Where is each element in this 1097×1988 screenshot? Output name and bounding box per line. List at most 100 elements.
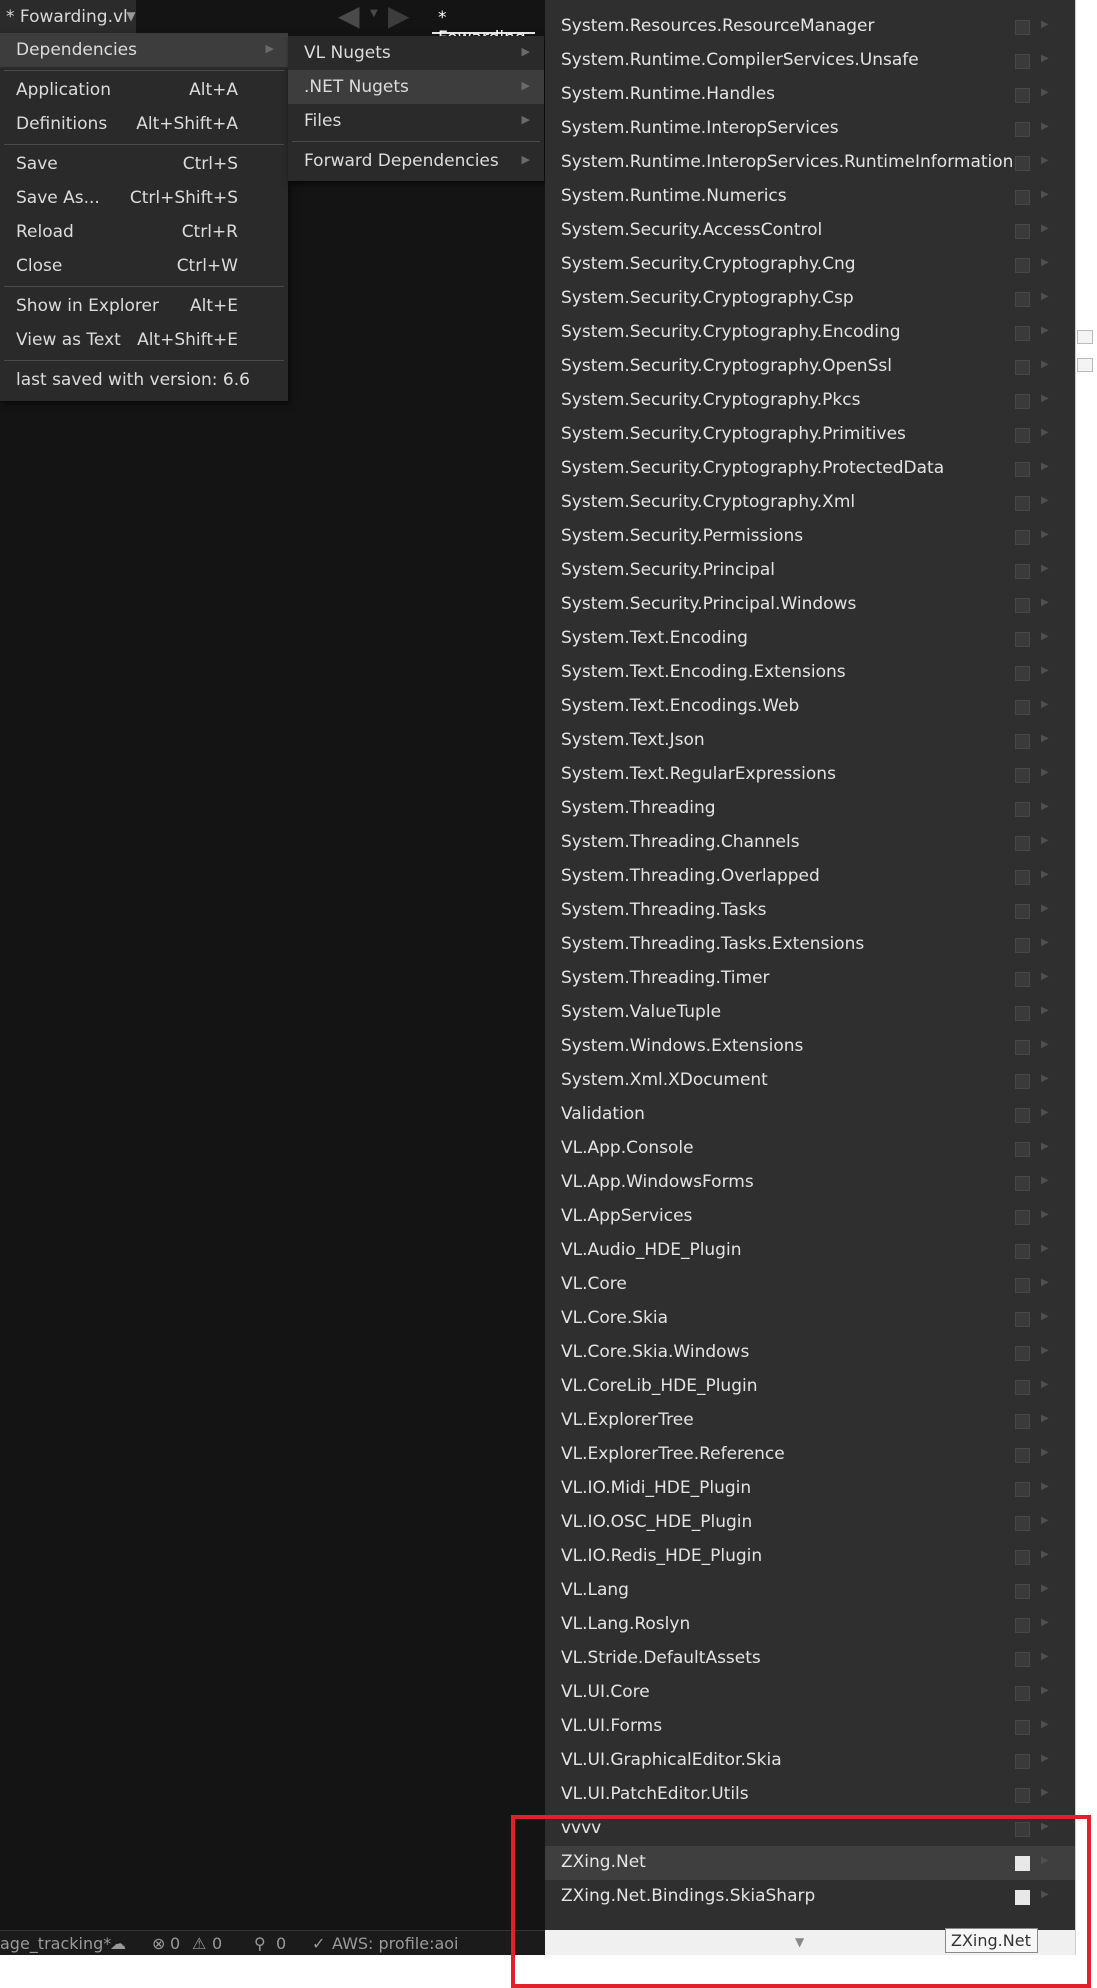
nuget-item[interactable]: System.Security.Cryptography.Encoding ▶ bbox=[545, 316, 1075, 350]
nuget-item[interactable]: System.Security.AccessControl ▶ bbox=[545, 214, 1075, 248]
chevron-right-icon[interactable]: ▶ bbox=[1041, 1107, 1049, 1118]
nuget-item[interactable]: VL.UI.PatchEditor.Utils ▶ bbox=[545, 1778, 1075, 1812]
nuget-item[interactable]: VL.UI.Forms ▶ bbox=[545, 1710, 1075, 1744]
menu-item-files[interactable]: Files ▶ bbox=[288, 104, 544, 138]
chevron-right-icon[interactable]: ▶ bbox=[1041, 597, 1049, 608]
nuget-checkbox[interactable] bbox=[1015, 1346, 1030, 1361]
nuget-item[interactable]: System.Threading.Tasks.Extensions ▶ bbox=[545, 928, 1075, 962]
nuget-item[interactable]: VL.Core.Skia ▶ bbox=[545, 1302, 1075, 1336]
chevron-right-icon[interactable]: ▶ bbox=[1041, 1039, 1049, 1050]
chevron-right-icon[interactable]: ▶ bbox=[1041, 1617, 1049, 1628]
nuget-checkbox[interactable] bbox=[1015, 598, 1030, 613]
chevron-right-icon[interactable]: ▶ bbox=[1041, 1379, 1049, 1390]
nuget-checkbox[interactable] bbox=[1015, 1788, 1030, 1803]
nuget-item[interactable]: System.Windows.Extensions ▶ bbox=[545, 1030, 1075, 1064]
chevron-right-icon[interactable]: ▶ bbox=[1041, 1209, 1049, 1220]
nuget-item[interactable]: VL.CoreLib_HDE_Plugin ▶ bbox=[545, 1370, 1075, 1404]
nuget-item[interactable]: System.Xml.XDocument ▶ bbox=[545, 1064, 1075, 1098]
chevron-right-icon[interactable]: ▶ bbox=[1041, 189, 1049, 200]
chevron-right-icon[interactable]: ▶ bbox=[1041, 1311, 1049, 1322]
nuget-checkbox[interactable] bbox=[1015, 360, 1030, 375]
nuget-item[interactable]: System.Resources.ResourceManager ▶ bbox=[545, 10, 1075, 44]
chevron-right-icon[interactable]: ▶ bbox=[1041, 869, 1049, 880]
nuget-item[interactable]: System.Security.Cryptography.Cng ▶ bbox=[545, 248, 1075, 282]
nuget-item[interactable]: System.ValueTuple ▶ bbox=[545, 996, 1075, 1030]
nuget-item[interactable]: System.Security.Cryptography.Pkcs ▶ bbox=[545, 384, 1075, 418]
nuget-checkbox[interactable] bbox=[1015, 1380, 1030, 1395]
nuget-item[interactable]: VL.Core ▶ bbox=[545, 1268, 1075, 1302]
nuget-checkbox[interactable] bbox=[1015, 802, 1030, 817]
chevron-right-icon[interactable]: ▶ bbox=[1041, 1787, 1049, 1798]
menu-item-vl-nugets[interactable]: VL Nugets ▶ bbox=[288, 36, 544, 70]
history-dropdown-icon[interactable]: ▼ bbox=[370, 8, 378, 19]
menu-item-forward-dependencies[interactable]: Forward Dependencies ▶ bbox=[288, 144, 544, 178]
nuget-checkbox[interactable] bbox=[1015, 428, 1030, 443]
nuget-checkbox[interactable] bbox=[1015, 700, 1030, 715]
nuget-item[interactable]: System.Text.RegularExpressions ▶ bbox=[545, 758, 1075, 792]
nuget-item[interactable]: VL.IO.OSC_HDE_Plugin ▶ bbox=[545, 1506, 1075, 1540]
cloud-sync-icon[interactable]: ☁ bbox=[110, 1934, 126, 1953]
nuget-checkbox[interactable] bbox=[1015, 462, 1030, 477]
nuget-item[interactable]: VL.AppServices ▶ bbox=[545, 1200, 1075, 1234]
menu-item-show-in-explorer[interactable]: Show in Explorer Alt+E bbox=[0, 289, 288, 323]
nuget-item[interactable]: System.Security.Permissions ▶ bbox=[545, 520, 1075, 554]
chevron-right-icon[interactable]: ▶ bbox=[1041, 767, 1049, 778]
nuget-item[interactable]: System.Runtime.InteropServices.RuntimeIn… bbox=[545, 146, 1075, 180]
nuget-item[interactable]: System.Runtime.Numerics ▶ bbox=[545, 180, 1075, 214]
chevron-right-icon[interactable]: ▶ bbox=[1041, 291, 1049, 302]
chevron-right-icon[interactable]: ▶ bbox=[1041, 427, 1049, 438]
chevron-right-icon[interactable]: ▶ bbox=[1041, 665, 1049, 676]
chevron-right-icon[interactable]: ▶ bbox=[1041, 87, 1049, 98]
nuget-checkbox[interactable] bbox=[1015, 1584, 1030, 1599]
nuget-checkbox[interactable] bbox=[1015, 1482, 1030, 1497]
nuget-item[interactable]: VL.App.WindowsForms ▶ bbox=[545, 1166, 1075, 1200]
nuget-checkbox[interactable] bbox=[1015, 1278, 1030, 1293]
menu-item-close[interactable]: Close Ctrl+W bbox=[0, 249, 288, 283]
nuget-item[interactable]: VL.IO.Midi_HDE_Plugin ▶ bbox=[545, 1472, 1075, 1506]
nuget-checkbox[interactable] bbox=[1015, 1040, 1030, 1055]
nuget-checkbox[interactable] bbox=[1015, 54, 1030, 69]
nuget-checkbox[interactable] bbox=[1015, 1074, 1030, 1089]
branch-label[interactable]: age_tracking* bbox=[0, 1934, 111, 1953]
error-icon[interactable]: ⊗ bbox=[152, 1934, 165, 1953]
chevron-right-icon[interactable]: ▶ bbox=[1041, 1549, 1049, 1560]
menu-item-save-as[interactable]: Save As... Ctrl+Shift+S bbox=[0, 181, 288, 215]
chevron-right-icon[interactable]: ▶ bbox=[1041, 1651, 1049, 1662]
chevron-right-icon[interactable]: ▶ bbox=[1041, 631, 1049, 642]
aws-profile[interactable]: AWS: profile:aoi bbox=[332, 1934, 459, 1953]
chevron-right-icon[interactable]: ▶ bbox=[1041, 461, 1049, 472]
chevron-right-icon[interactable]: ▶ bbox=[1041, 529, 1049, 540]
nuget-item[interactable]: Validation ▶ bbox=[545, 1098, 1075, 1132]
nuget-item[interactable]: System.Text.Encoding ▶ bbox=[545, 622, 1075, 656]
nuget-checkbox[interactable] bbox=[1015, 1550, 1030, 1565]
nuget-checkbox[interactable] bbox=[1015, 1244, 1030, 1259]
warning-icon[interactable]: ⚠ bbox=[192, 1934, 206, 1953]
chevron-right-icon[interactable]: ▶ bbox=[1041, 223, 1049, 234]
nuget-checkbox[interactable] bbox=[1015, 258, 1030, 273]
nuget-checkbox[interactable] bbox=[1015, 836, 1030, 851]
nuget-checkbox[interactable] bbox=[1015, 122, 1030, 137]
nuget-item[interactable]: System.Runtime.Handles ▶ bbox=[545, 78, 1075, 112]
nuget-checkbox[interactable] bbox=[1015, 1686, 1030, 1701]
chevron-right-icon[interactable]: ▶ bbox=[1041, 733, 1049, 744]
nuget-checkbox[interactable] bbox=[1015, 1176, 1030, 1191]
nuget-item[interactable]: System.Runtime.InteropServices ▶ bbox=[545, 112, 1075, 146]
nuget-checkbox[interactable] bbox=[1015, 1414, 1030, 1429]
chevron-right-icon[interactable]: ▶ bbox=[1041, 1515, 1049, 1526]
nuget-checkbox[interactable] bbox=[1015, 1006, 1030, 1021]
nuget-checkbox[interactable] bbox=[1015, 938, 1030, 953]
chevron-right-icon[interactable]: ▶ bbox=[1041, 903, 1049, 914]
chevron-right-icon[interactable]: ▶ bbox=[1041, 359, 1049, 370]
nuget-checkbox[interactable] bbox=[1015, 1720, 1030, 1735]
nuget-item[interactable]: System.Threading.Channels ▶ bbox=[545, 826, 1075, 860]
nuget-checkbox[interactable] bbox=[1015, 904, 1030, 919]
menu-item-definitions[interactable]: Definitions Alt+Shift+A bbox=[0, 107, 288, 141]
chevron-right-icon[interactable]: ▶ bbox=[1041, 1481, 1049, 1492]
nuget-checkbox[interactable] bbox=[1015, 870, 1030, 885]
nuget-checkbox[interactable] bbox=[1015, 1448, 1030, 1463]
nuget-checkbox[interactable] bbox=[1015, 224, 1030, 239]
chevron-right-icon[interactable]: ▶ bbox=[1041, 699, 1049, 710]
chevron-right-icon[interactable]: ▶ bbox=[1041, 1073, 1049, 1084]
chevron-right-icon[interactable]: ▶ bbox=[1041, 495, 1049, 506]
nuget-checkbox[interactable] bbox=[1015, 666, 1030, 681]
